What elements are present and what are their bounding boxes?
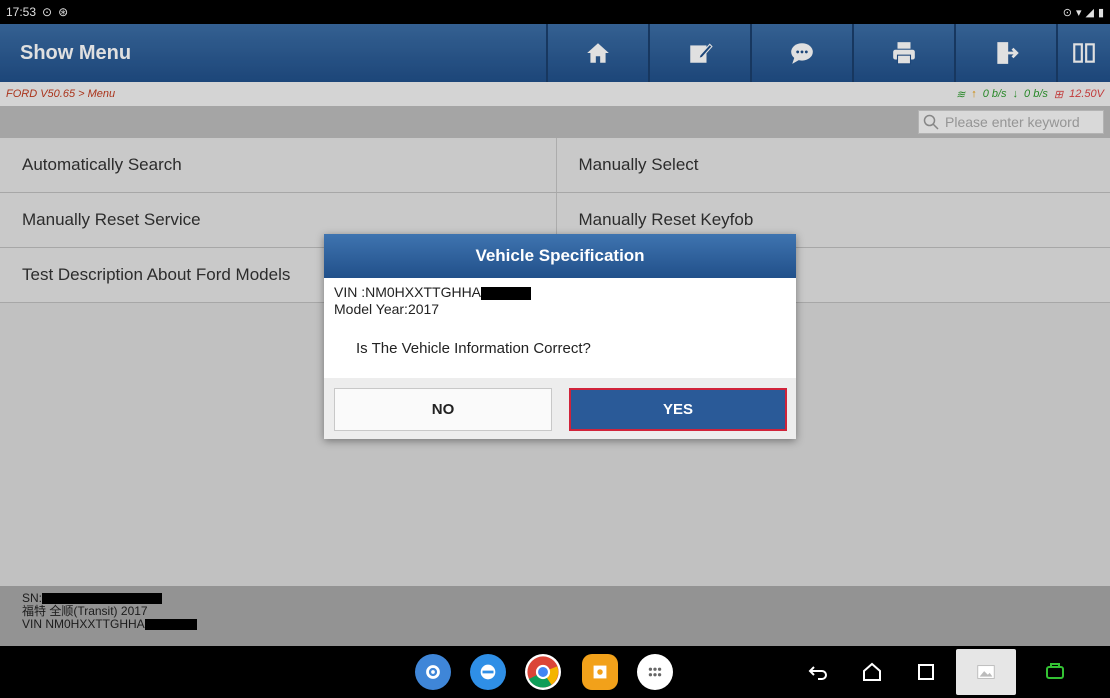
vci-icon[interactable] bbox=[1037, 654, 1073, 690]
app-drawer-icon[interactable] bbox=[637, 654, 673, 690]
gallery-app-icon[interactable] bbox=[956, 649, 1016, 695]
camera-app-icon[interactable] bbox=[582, 654, 618, 690]
dialog-buttons: NO YES bbox=[324, 378, 796, 439]
dialog-vin: VIN :NM0HXXTTGHHA bbox=[334, 284, 482, 300]
no-button[interactable]: NO bbox=[334, 388, 552, 431]
vehicle-specification-dialog: Vehicle Specification VIN :NM0HXXTTGHHA … bbox=[324, 234, 796, 439]
dialog-title: Vehicle Specification bbox=[324, 234, 796, 278]
dialog-body: VIN :NM0HXXTTGHHA Model Year:2017 Is The… bbox=[324, 278, 796, 363]
settings-app-icon[interactable] bbox=[415, 654, 451, 690]
dialog-question: Is The Vehicle Information Correct? bbox=[356, 340, 591, 357]
redaction-bar bbox=[481, 286, 532, 300]
android-nav-bar bbox=[0, 646, 1110, 698]
dialog-model-year: Model Year:2017 bbox=[334, 301, 440, 317]
back-icon[interactable] bbox=[800, 654, 836, 690]
chrome-app-icon[interactable] bbox=[525, 654, 561, 690]
yes-button[interactable]: YES bbox=[569, 388, 787, 431]
browser-app-icon[interactable] bbox=[470, 654, 506, 690]
recents-icon[interactable] bbox=[908, 654, 944, 690]
home-nav-icon[interactable] bbox=[854, 654, 890, 690]
